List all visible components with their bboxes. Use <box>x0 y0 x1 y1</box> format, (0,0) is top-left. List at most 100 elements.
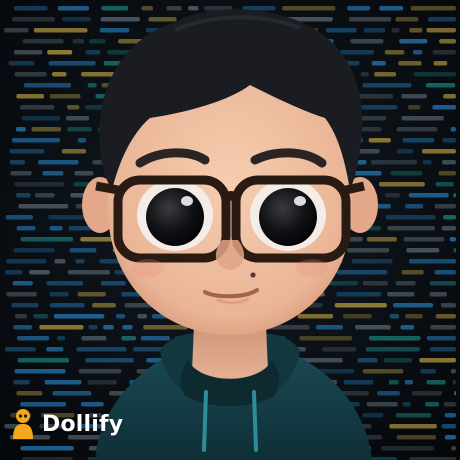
code-line-segment <box>379 6 404 11</box>
code-line-segment <box>368 138 391 143</box>
code-line-segment <box>432 50 456 55</box>
code-line-segment <box>9 149 45 154</box>
nose <box>215 240 245 270</box>
code-line-segment <box>12 281 33 286</box>
code-line-segment <box>326 28 357 33</box>
code-line-segment <box>74 171 94 176</box>
code-line-segment <box>16 94 45 99</box>
code-line-segment <box>396 435 436 440</box>
watermark-text: Dollify <box>42 411 124 437</box>
code-line-segment <box>430 325 456 330</box>
code-line-segment <box>453 193 456 198</box>
code-line-segment <box>12 17 55 22</box>
code-line-segment <box>133 347 164 352</box>
code-line-segment <box>17 336 50 341</box>
code-line-segment <box>453 248 456 253</box>
eye-highlight-right <box>294 196 306 206</box>
code-line-segment <box>390 171 423 176</box>
code-line-segment <box>377 391 400 396</box>
code-line-segment <box>444 435 456 440</box>
code-line-segment <box>99 28 130 33</box>
code-line-segment <box>411 391 442 396</box>
code-line-segment <box>16 226 36 231</box>
code-line-segment <box>444 413 456 418</box>
code-line-segment <box>385 215 436 220</box>
code-line-segment <box>137 314 147 319</box>
code-line-segment <box>452 380 456 385</box>
eye-highlight-left <box>181 196 193 206</box>
code-line-segment <box>61 149 87 154</box>
code-line-segment <box>297 314 334 319</box>
code-line-segment <box>439 39 456 44</box>
code-line-segment <box>39 325 84 330</box>
code-line-segment <box>405 204 424 209</box>
code-line-segment <box>67 270 110 275</box>
code-line-segment <box>365 347 420 352</box>
code-line-segment <box>443 94 456 99</box>
code-line-segment <box>101 6 129 11</box>
code-line-segment <box>343 380 374 385</box>
code-line-segment <box>434 270 456 275</box>
code-line-segment <box>13 380 30 385</box>
code-line-segment <box>429 347 456 352</box>
code-line-segment <box>4 28 29 33</box>
code-line-segment <box>121 336 137 341</box>
code-line-segment <box>451 446 456 451</box>
code-line-segment <box>46 281 84 286</box>
code-line-segment <box>399 39 428 44</box>
code-line-segment <box>77 292 106 297</box>
code-line-segment <box>441 303 456 308</box>
code-line-segment <box>408 193 449 198</box>
code-line-segment <box>103 325 114 330</box>
code-line-segment <box>395 413 432 418</box>
code-line-segment <box>343 314 372 319</box>
code-line-segment <box>76 347 127 352</box>
code-line-segment <box>89 39 106 44</box>
code-line-segment <box>100 17 140 22</box>
code-line-segment <box>396 127 438 132</box>
eye-left <box>146 188 204 246</box>
code-line-segment <box>425 83 456 88</box>
code-line-segment <box>389 424 437 429</box>
code-line-segment <box>370 160 418 165</box>
code-line-segment <box>11 138 61 143</box>
avatar-illustration <box>0 0 460 460</box>
code-line-segment <box>363 28 386 33</box>
code-line-segment <box>5 270 23 275</box>
code-line-segment <box>122 325 133 330</box>
code-line-segment <box>336 270 388 275</box>
code-line-segment <box>443 215 456 220</box>
code-line-segment <box>23 83 71 88</box>
code-line-segment <box>346 248 390 253</box>
code-line-segment <box>322 347 357 352</box>
code-line-segment <box>422 149 456 154</box>
code-line-segment <box>34 193 55 198</box>
code-line-segment <box>425 402 440 407</box>
eye-right <box>259 188 317 246</box>
code-line-segment <box>422 160 432 165</box>
code-line-segment <box>49 94 81 99</box>
code-line-segment <box>46 347 64 352</box>
code-line-segment <box>360 72 369 77</box>
code-line-segment <box>52 72 67 77</box>
code-line-segment <box>140 336 170 341</box>
code-line-segment <box>426 380 446 385</box>
code-line-segment <box>85 358 134 363</box>
code-line-segment <box>419 358 456 363</box>
code-line-segment <box>426 28 456 33</box>
code-line-segment <box>406 248 440 253</box>
code-line-segment <box>398 61 422 66</box>
code-line-segment <box>188 6 199 11</box>
code-line-segment <box>87 83 97 88</box>
mole <box>250 272 256 278</box>
drawstring-left <box>202 390 208 452</box>
code-line-segment <box>282 6 336 11</box>
code-line-segment <box>75 259 85 264</box>
code-line-segment <box>77 138 87 143</box>
glasses-arm-right <box>345 181 365 195</box>
code-line-segment <box>57 6 90 11</box>
code-line-segment <box>350 39 384 44</box>
code-line-segment <box>384 50 405 55</box>
code-line-segment <box>67 127 92 132</box>
code-line-segment <box>400 325 415 330</box>
